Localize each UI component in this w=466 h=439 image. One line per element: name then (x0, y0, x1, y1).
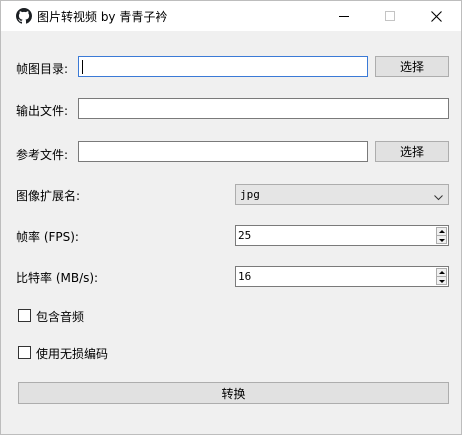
frames-dir-input[interactable] (78, 56, 368, 77)
title-bar: 图片转视频 by 青青子衿 (1, 1, 461, 31)
frames-dir-select-button[interactable]: 选择 (375, 56, 449, 77)
arrow-up-icon (438, 230, 445, 233)
fps-label: 帧率 (FPS): (16, 230, 79, 244)
close-button[interactable] (413, 1, 459, 31)
window-title: 图片转视频 by 青青子衿 (37, 10, 168, 24)
reference-file-select-button[interactable]: 选择 (375, 141, 449, 162)
output-file-input[interactable] (78, 98, 449, 119)
fps-spinbox[interactable]: 25 (235, 225, 449, 246)
arrow-up-icon (438, 271, 445, 274)
minimize-icon (339, 16, 349, 17)
reference-file-input[interactable] (78, 141, 368, 162)
lossless-checkbox[interactable] (18, 346, 31, 359)
image-ext-label: 图像扩展名: (16, 189, 81, 203)
maximize-icon (385, 11, 395, 21)
fps-decrement-button[interactable] (437, 236, 446, 244)
image-ext-value: jpg (240, 188, 260, 201)
convert-button-label: 转换 (221, 386, 246, 401)
convert-button[interactable]: 转换 (18, 382, 449, 404)
frames-dir-select-label: 选择 (399, 60, 424, 74)
bitrate-label: 比特率 (MB/s): (16, 271, 99, 285)
github-icon (16, 8, 32, 24)
fps-increment-button[interactable] (437, 228, 446, 236)
app-window: 图片转视频 by 青青子衿 帧图目录: 选择 输出文件: 参考文件: 选择 图像… (0, 0, 462, 435)
output-file-label: 输出文件: (16, 104, 69, 118)
include-audio-checkbox[interactable] (18, 309, 31, 322)
fps-value: 25 (238, 229, 252, 242)
include-audio-label[interactable]: 包含音频 (36, 308, 84, 325)
arrow-down-icon (438, 238, 445, 242)
image-ext-select[interactable]: jpg (235, 184, 449, 205)
minimize-button[interactable] (321, 1, 367, 31)
fps-spin-buttons (436, 227, 447, 244)
arrow-down-icon (438, 279, 445, 283)
bitrate-spinbox[interactable]: 16 (235, 266, 449, 287)
close-icon (430, 10, 442, 22)
bitrate-spin-buttons (436, 268, 447, 285)
maximize-button[interactable] (367, 1, 413, 31)
reference-file-label: 参考文件: (16, 148, 69, 162)
bitrate-value: 16 (238, 270, 252, 283)
lossless-label[interactable]: 使用无损编码 (36, 345, 108, 362)
text-caret (82, 60, 83, 74)
frames-dir-label: 帧图目录: (16, 62, 69, 76)
reference-file-select-label: 选择 (399, 145, 424, 159)
chevron-down-icon (434, 191, 443, 204)
bitrate-increment-button[interactable] (437, 269, 446, 277)
bitrate-decrement-button[interactable] (437, 277, 446, 285)
